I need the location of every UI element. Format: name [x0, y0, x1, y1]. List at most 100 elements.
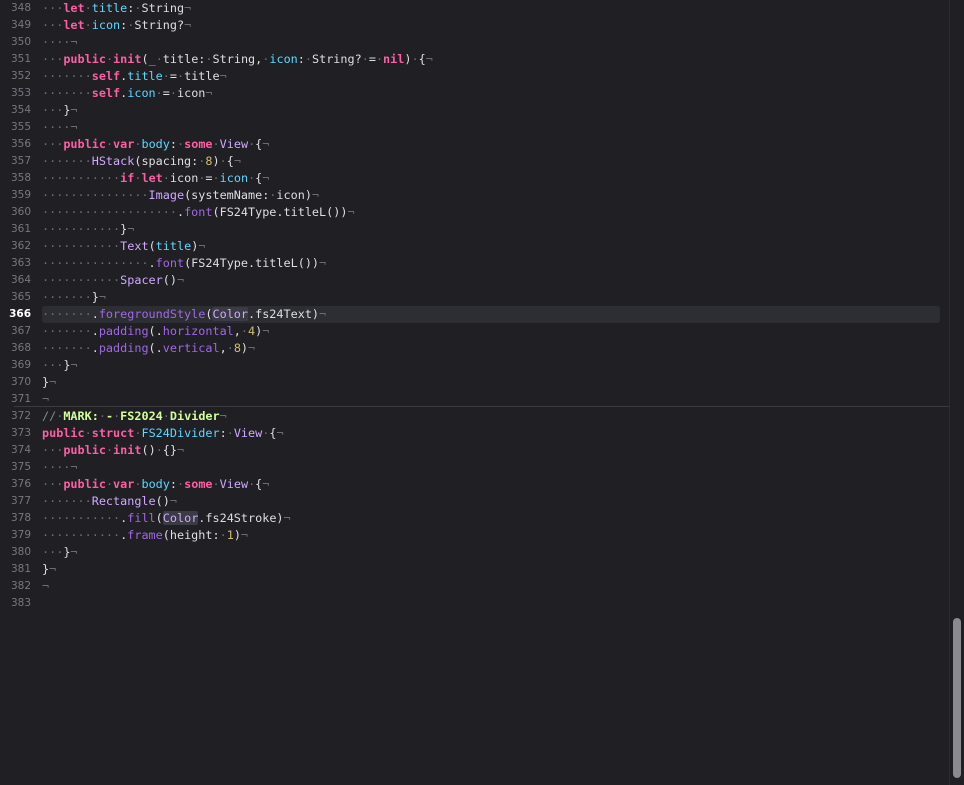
code-token: (systemName:: [184, 188, 270, 202]
code-line[interactable]: 372//·MARK:·-·FS2024·Divider¬: [0, 408, 950, 425]
code-token: font: [155, 256, 185, 270]
code-token: self: [91, 69, 121, 83]
code-token: .: [148, 256, 156, 270]
code-line[interactable]: 377 ·······Rectangle()¬: [0, 493, 950, 510]
code-line[interactable]: 373 public·struct·FS24Divider:·View·{¬: [0, 425, 950, 442]
invisible-space: ·: [84, 1, 92, 15]
line-number: 349: [10, 19, 31, 31]
line-code: ····¬: [42, 34, 78, 51]
code-token: (spacing:: [134, 154, 199, 168]
invisible-space: ···········: [42, 528, 121, 542]
code-token: public: [63, 477, 106, 491]
code-line[interactable]: 368 ·······.padding(.vertical,·8)¬: [0, 340, 950, 357]
line-code: ···················.font(FS24Type.titleL…: [42, 204, 355, 221]
invisible-space: ·: [361, 52, 369, 66]
code-token: (FS24Type.titleL()): [212, 205, 348, 219]
end-of-line-marker: ¬: [42, 579, 50, 593]
code-token: HStack: [91, 154, 135, 168]
code-token: title: [127, 69, 163, 83]
line-number: 355: [10, 121, 31, 133]
line-number: 354: [10, 104, 31, 116]
code-token: FS2024: [120, 409, 163, 423]
code-token: Image: [148, 188, 185, 202]
code-token: icon: [169, 171, 199, 185]
code-line[interactable]: 354 ···}¬: [0, 102, 950, 119]
code-token: icon: [177, 86, 206, 100]
code-line[interactable]: 381}¬: [0, 561, 950, 578]
code-token: ): [233, 528, 241, 542]
line-number: 363: [10, 257, 31, 269]
code-line[interactable]: 357 ·······HStack(spacing:·8)·{¬: [0, 153, 950, 170]
code-line[interactable]: 362 ···········Text(title)¬: [0, 238, 950, 255]
vertical-scrollbar[interactable]: [949, 0, 964, 785]
code-lines[interactable]: 348 ···let·title:·String¬ 349 ···let·icon:·…: [0, 0, 950, 612]
code-line[interactable]: 363 ···············.font(FS24Type.titleL(…: [0, 255, 950, 272]
code-token: :: [297, 52, 305, 66]
code-line[interactable]: 375 ····¬: [0, 459, 950, 476]
invisible-space: ·······: [42, 341, 92, 355]
code-token: fill: [127, 511, 156, 525]
code-token: (: [155, 511, 163, 525]
code-line[interactable]: 382 ¬: [0, 578, 950, 595]
invisible-space: ···········: [42, 239, 121, 253]
code-line[interactable]: 383: [0, 595, 950, 612]
code-line[interactable]: 369 ···}¬: [0, 357, 950, 374]
code-line[interactable]: 358 ···········if·let·icon·=·icon·{¬: [0, 170, 950, 187]
code-token: .: [176, 205, 185, 219]
invisible-space: ·: [375, 52, 384, 66]
code-token: var: [113, 477, 135, 491]
end-of-line-marker: ¬: [70, 358, 78, 372]
code-line[interactable]: 352 ·······self.title·=·title¬: [0, 68, 950, 85]
code-line[interactable]: 380 ···}¬: [0, 544, 950, 561]
code-token: (): [141, 443, 156, 457]
code-token: -: [105, 409, 114, 423]
end-of-line-marker: ¬: [262, 324, 270, 338]
code-line[interactable]: 370}¬: [0, 374, 950, 391]
line-number: 383: [10, 597, 31, 609]
code-line[interactable]: 355 ····¬: [0, 119, 950, 136]
line-number: 377: [10, 495, 31, 507]
line-code: //·MARK:·-·FS2024·Divider¬: [42, 408, 227, 425]
line-number: 356: [10, 138, 31, 150]
end-of-line-marker: ¬: [42, 392, 50, 406]
invisible-space: ·: [212, 477, 220, 491]
line-code: ····¬: [42, 459, 78, 476]
code-token: :: [169, 137, 177, 151]
end-of-line-marker: ¬: [319, 307, 327, 321]
code-line[interactable]: 359 ···············Image(systemName:·icon…: [0, 187, 950, 204]
scrollbar-thumb[interactable]: [953, 618, 961, 778]
code-token: icon: [269, 52, 298, 66]
code-line[interactable]: 361 ···········}¬: [0, 221, 950, 238]
code-line[interactable]: 356 ···public·var·body:·some·View·{¬: [0, 136, 950, 153]
code-token: Rectangle: [91, 494, 156, 508]
code-line[interactable]: 365 ·······}¬: [0, 289, 950, 306]
line-code: ···········Spacer()¬: [42, 272, 184, 289]
code-line[interactable]: 349 ···let·icon:·String?¬: [0, 17, 950, 34]
end-of-line-marker: ¬: [262, 477, 270, 491]
code-line[interactable]: 367 ·······.padding(.horizontal,·4)¬: [0, 323, 950, 340]
code-line[interactable]: 374 ···public·init()·{}¬: [0, 442, 950, 459]
code-line[interactable]: 366 ·······.foregroundStyle(Color.fs24Tex…: [0, 306, 950, 323]
code-line[interactable]: 364 ···········Spacer()¬: [0, 272, 950, 289]
code-line[interactable]: 360 ···················.font(FS24Type.tit…: [0, 204, 950, 221]
code-line[interactable]: 378 ···········.fill(Color.fs24Stroke)¬: [0, 510, 950, 527]
invisible-space: ·: [105, 477, 114, 491]
code-line[interactable]: 353 ·······self.icon·=·icon¬: [0, 85, 950, 102]
invisible-space: ·: [219, 154, 227, 168]
code-token: {: [226, 154, 234, 168]
invisible-space: ···········: [42, 273, 121, 287]
code-line[interactable]: 379 ···········.frame(height:·1)¬: [0, 527, 950, 544]
invisible-space: ·······: [42, 290, 92, 304]
code-token: ,: [219, 341, 227, 355]
end-of-line-marker: ¬: [219, 69, 227, 83]
code-line[interactable]: 376 ···public·var·body:·some·View·{¬: [0, 476, 950, 493]
line-number: 378: [10, 512, 31, 524]
invisible-space: ···: [42, 18, 64, 32]
code-token: Color: [162, 511, 199, 525]
code-editor[interactable]: 348 ···let·title:·String¬ 349 ···let·icon:·…: [0, 0, 964, 785]
code-line[interactable]: 351 ···public·init(_·title:·String,·icon:…: [0, 51, 950, 68]
code-token: let: [63, 18, 85, 32]
code-line[interactable]: 350 ····¬: [0, 34, 950, 51]
code-line[interactable]: 348 ···let·title:·String¬: [0, 0, 950, 17]
line-code: ···public·var·body:·some·View·{¬: [42, 136, 269, 153]
